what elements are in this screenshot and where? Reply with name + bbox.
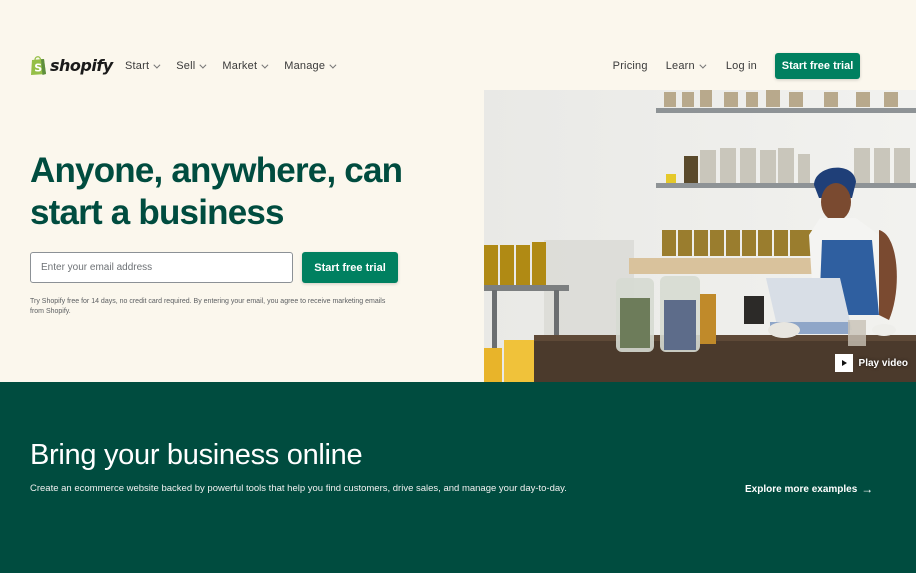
- nav-login[interactable]: Log in: [726, 60, 757, 72]
- play-video-button[interactable]: Play video: [834, 354, 908, 372]
- header-start-trial-button[interactable]: Start free trial: [775, 53, 860, 79]
- hero-photo-illustration: [484, 90, 916, 382]
- chevron-down-icon: [261, 61, 269, 69]
- play-icon: [834, 354, 853, 372]
- play-video-label: Play video: [858, 357, 908, 369]
- nav-pricing[interactable]: Pricing: [613, 60, 648, 72]
- shopify-logo[interactable]: S shopify: [30, 55, 113, 76]
- nav-manage-label: Manage: [284, 60, 326, 72]
- secondary-nav: Pricing Learn Log in Start free trial: [613, 53, 860, 79]
- trial-disclaimer: Try Shopify free for 14 days, no credit …: [30, 298, 386, 315]
- nav-start[interactable]: Start: [125, 60, 161, 72]
- promo-band: Bring your business online Create an eco…: [0, 382, 916, 573]
- chevron-down-icon: [153, 61, 161, 69]
- chevron-down-icon: [329, 61, 337, 69]
- hero-photo: Play video: [484, 90, 916, 382]
- nav-learn[interactable]: Learn: [665, 60, 707, 72]
- shopping-bag-icon: S: [30, 55, 47, 76]
- nav-market-label: Market: [222, 60, 258, 72]
- arrow-right-icon: →: [861, 482, 874, 496]
- nav-start-label: Start: [125, 60, 150, 72]
- chevron-down-icon: [199, 61, 207, 69]
- primary-nav: Start Sell Market Manage: [125, 60, 352, 72]
- logo-wordmark: shopify: [50, 56, 113, 75]
- hero-start-trial-button[interactable]: Start free trial: [302, 252, 398, 283]
- nav-sell-label: Sell: [176, 60, 196, 72]
- band-subtitle: Create an ecommerce website backed by po…: [30, 483, 567, 494]
- nav-manage[interactable]: Manage: [284, 60, 337, 72]
- nav-learn-label: Learn: [665, 60, 695, 72]
- svg-text:S: S: [34, 62, 42, 75]
- site-header: S shopify Start Sell Market Manage Prici…: [0, 0, 916, 90]
- email-input[interactable]: [30, 252, 293, 283]
- explore-examples-link[interactable]: Explore more examples →: [745, 482, 873, 496]
- band-title: Bring your business online: [30, 439, 363, 471]
- nav-sell[interactable]: Sell: [176, 60, 207, 72]
- nav-market[interactable]: Market: [222, 60, 269, 72]
- chevron-down-icon: [699, 61, 707, 69]
- explore-examples-label: Explore more examples: [745, 483, 858, 495]
- hero-title: Anyone, anywhere, can start a business: [30, 151, 403, 232]
